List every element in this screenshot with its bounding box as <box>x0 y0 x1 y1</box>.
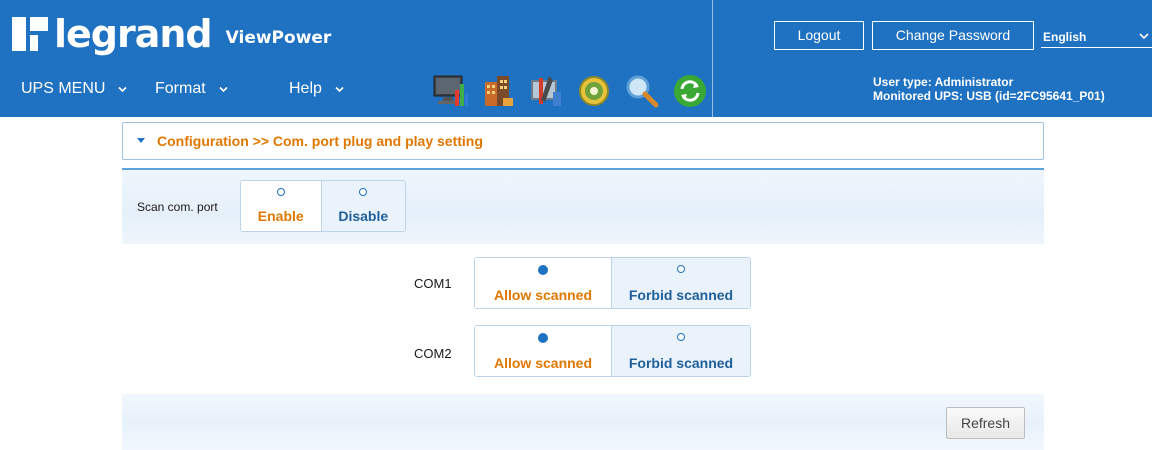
nav-ups-menu-label: UPS MENU <box>21 80 106 97</box>
user-info: User type: Administrator Monitored UPS: … <box>873 75 1105 103</box>
product-name: ViewPower <box>225 28 332 48</box>
magnifier-icon[interactable] <box>622 71 662 111</box>
com1-allow-option[interactable]: Allow scanned <box>475 258 611 308</box>
com2-allow-label: Allow scanned <box>493 355 593 371</box>
refresh-button[interactable]: Refresh <box>946 407 1025 439</box>
scan-com-port-radio-group: Enable Disable <box>240 180 406 232</box>
radio-empty-icon <box>677 265 685 273</box>
chevron-down-icon <box>335 86 344 92</box>
nav-help-label: Help <box>289 80 322 97</box>
nav-format[interactable]: Format <box>155 80 229 98</box>
com1-radio-group: Allow scanned Forbid scanned <box>474 257 751 309</box>
nav-ups-menu[interactable]: UPS MENU <box>21 80 128 98</box>
chevron-down-icon <box>1139 33 1149 40</box>
collapse-triangle-icon <box>137 138 145 143</box>
chevron-down-icon <box>118 86 128 92</box>
monitor-chart-icon[interactable] <box>430 71 470 111</box>
language-value: English <box>1043 30 1087 44</box>
breadcrumb[interactable]: Configuration >> Com. port plug and play… <box>122 122 1044 160</box>
nav-format-label: Format <box>155 80 206 97</box>
change-password-button[interactable]: Change Password <box>872 21 1034 50</box>
com2-radio-group: Allow scanned Forbid scanned <box>474 325 751 377</box>
language-select[interactable]: English <box>1041 26 1152 48</box>
scan-enable-option[interactable]: Enable <box>241 181 321 231</box>
com2-forbid-label: Forbid scanned <box>628 355 734 371</box>
app-header: legrand ViewPower Logout Change Password… <box>0 0 1152 117</box>
toolbar-icons <box>430 71 718 111</box>
refresh-cycle-icon[interactable] <box>670 71 710 111</box>
breadcrumb-text: Configuration >> Com. port plug and play… <box>157 133 483 149</box>
com1-forbid-label: Forbid scanned <box>628 287 734 303</box>
com1-allow-label: Allow scanned <box>493 287 593 303</box>
scan-disable-label: Disable <box>338 208 389 224</box>
com2-forbid-option[interactable]: Forbid scanned <box>611 326 750 376</box>
com2-allow-option[interactable]: Allow scanned <box>475 326 611 376</box>
radio-empty-icon <box>359 188 368 196</box>
radio-empty-icon <box>677 333 685 341</box>
legrand-logo-mark <box>12 17 48 51</box>
monitored-ups: Monitored UPS: USB (id=2FC95641_P01) <box>873 89 1105 103</box>
radio-selected-icon <box>538 265 548 275</box>
user-type: User type: Administrator <box>873 75 1014 89</box>
nav-help[interactable]: Help <box>289 80 345 98</box>
gear-icon[interactable] <box>574 71 614 111</box>
legrand-logo: legrand ViewPower <box>12 14 331 54</box>
radio-empty-icon <box>276 188 285 196</box>
logout-button[interactable]: Logout <box>774 21 864 50</box>
tools-icon[interactable] <box>526 71 566 111</box>
buildings-icon[interactable] <box>478 71 518 111</box>
radio-selected-icon <box>538 333 548 343</box>
brand-name: legrand <box>54 12 213 56</box>
com1-label: COM1 <box>414 276 452 291</box>
chevron-down-icon <box>219 86 228 92</box>
com2-label: COM2 <box>414 346 452 361</box>
scan-enable-label: Enable <box>257 208 304 224</box>
com1-forbid-option[interactable]: Forbid scanned <box>611 258 750 308</box>
scan-disable-option[interactable]: Disable <box>320 181 405 231</box>
scan-com-port-label: Scan com. port <box>137 200 218 214</box>
footer-bar <box>122 394 1044 450</box>
